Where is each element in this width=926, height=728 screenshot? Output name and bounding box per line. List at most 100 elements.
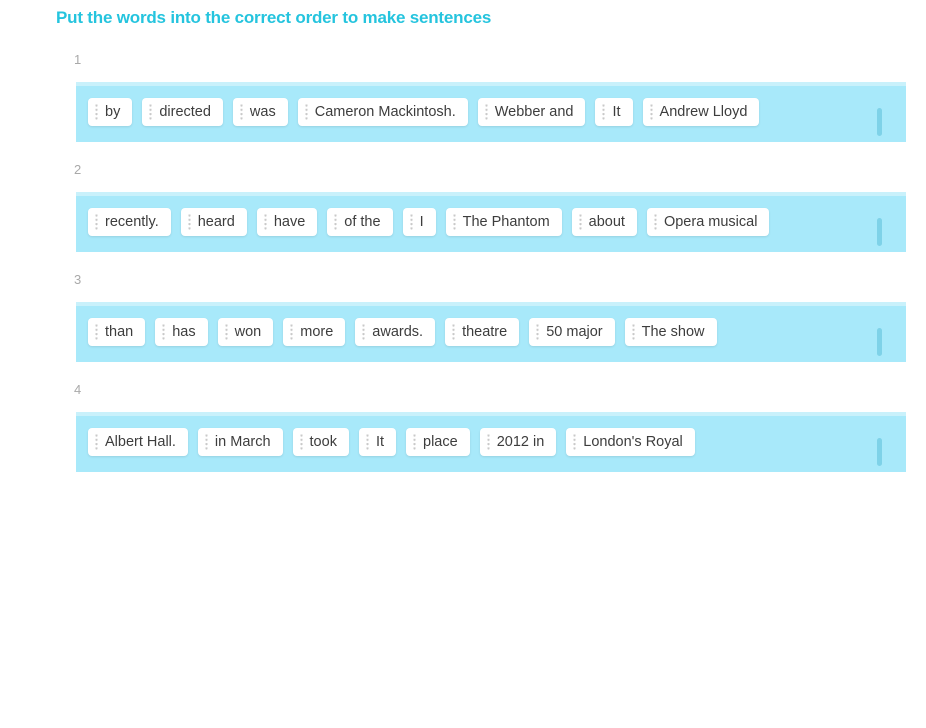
- word-chip[interactable]: It: [358, 428, 397, 456]
- drag-handle-icon[interactable]: [95, 213, 98, 231]
- drag-handle-icon[interactable]: [536, 323, 540, 341]
- word-chip-label: awards.: [372, 324, 424, 340]
- drag-handle-icon[interactable]: [304, 103, 308, 121]
- drag-handle-icon[interactable]: [224, 323, 228, 341]
- question-number: 1: [74, 52, 82, 67]
- word-chip[interactable]: took: [292, 428, 349, 456]
- drag-handle-icon[interactable]: [653, 213, 657, 231]
- word-chip[interactable]: recently.: [88, 208, 171, 236]
- word-chip[interactable]: place: [406, 428, 470, 456]
- drag-handle-icon[interactable]: [290, 323, 294, 341]
- question-list: 1 by directed was Cameron Mackintosh. We…: [0, 52, 926, 492]
- drag-handle-icon[interactable]: [452, 213, 456, 231]
- drag-handle-icon[interactable]: [573, 433, 577, 451]
- resize-handle[interactable]: [877, 108, 882, 136]
- word-chip[interactable]: directed: [142, 98, 223, 126]
- word-chip[interactable]: Opera musical: [646, 208, 770, 236]
- drag-handle-icon[interactable]: [334, 213, 338, 231]
- question-item: 3 than has won more awards. theatre 50 m…: [0, 272, 926, 362]
- word-chip[interactable]: more: [283, 318, 346, 346]
- drag-handle-icon[interactable]: [95, 433, 98, 451]
- word-chip[interactable]: London's Royal: [566, 428, 695, 456]
- word-chip-label: London's Royal: [583, 434, 683, 450]
- word-chip-label: I: [419, 214, 424, 230]
- word-chip-label: recently.: [105, 214, 159, 230]
- word-chip[interactable]: It: [595, 98, 633, 126]
- exercise-page: Put the words into the correct order to …: [0, 0, 926, 728]
- word-chip-label: more: [300, 324, 334, 340]
- word-chip[interactable]: has: [155, 318, 208, 346]
- drag-handle-icon[interactable]: [602, 103, 606, 121]
- drag-handle-icon[interactable]: [365, 433, 369, 451]
- word-chip-label: 2012 in: [496, 434, 545, 450]
- drag-handle-icon[interactable]: [631, 323, 635, 341]
- resize-handle[interactable]: [877, 328, 882, 356]
- word-chip-label: Cameron Mackintosh.: [314, 104, 456, 120]
- word-chip[interactable]: was: [232, 98, 288, 126]
- word-chip[interactable]: won: [217, 318, 274, 346]
- word-bank[interactable]: than has won more awards. theatre 50 maj…: [76, 302, 906, 362]
- word-row: than has won more awards. theatre 50 maj…: [88, 318, 894, 346]
- word-chip-label: of the: [344, 214, 381, 230]
- word-chip[interactable]: 50 major: [529, 318, 615, 346]
- word-chip-label: theatre: [462, 324, 508, 340]
- word-bank[interactable]: Albert Hall. in March took It place 2012…: [76, 412, 906, 472]
- word-bank[interactable]: by directed was Cameron Mackintosh. Webb…: [76, 82, 906, 142]
- word-chip-label: was: [249, 104, 276, 120]
- drag-handle-icon[interactable]: [187, 213, 191, 231]
- word-chip[interactable]: Albert Hall.: [88, 428, 188, 456]
- word-chip[interactable]: than: [88, 318, 146, 346]
- drag-handle-icon[interactable]: [299, 433, 303, 451]
- drag-handle-icon[interactable]: [413, 433, 417, 451]
- word-chip[interactable]: awards.: [355, 318, 436, 346]
- drag-handle-icon[interactable]: [95, 103, 98, 121]
- drag-handle-icon[interactable]: [649, 103, 653, 121]
- word-chip[interactable]: have: [256, 208, 318, 236]
- word-chip[interactable]: The Phantom: [445, 208, 562, 236]
- word-chip-label: place: [423, 434, 458, 450]
- resize-handle[interactable]: [877, 218, 882, 246]
- word-chip-label: about: [588, 214, 625, 230]
- drag-handle-icon[interactable]: [149, 103, 153, 121]
- drag-handle-icon[interactable]: [486, 433, 490, 451]
- word-chip[interactable]: by: [88, 98, 133, 126]
- drag-handle-icon[interactable]: [162, 323, 166, 341]
- word-chip[interactable]: Andrew Lloyd: [642, 98, 760, 126]
- word-chip-label: Albert Hall.: [105, 434, 176, 450]
- drag-handle-icon[interactable]: [409, 213, 413, 231]
- drag-handle-icon[interactable]: [578, 213, 582, 231]
- word-chip-label: has: [172, 324, 196, 340]
- word-chip[interactable]: theatre: [445, 318, 520, 346]
- question-number: 3: [74, 272, 82, 287]
- drag-handle-icon[interactable]: [452, 323, 456, 341]
- word-chip[interactable]: heard: [180, 208, 247, 236]
- word-chip[interactable]: The show: [624, 318, 717, 346]
- word-chip[interactable]: in March: [197, 428, 283, 456]
- word-row: recently. heard have of the I The Phanto…: [88, 208, 894, 236]
- resize-handle[interactable]: [877, 438, 882, 466]
- drag-handle-icon[interactable]: [362, 323, 366, 341]
- word-chip-label: Andrew Lloyd: [659, 104, 748, 120]
- drag-handle-icon[interactable]: [95, 323, 98, 341]
- word-chip-label: directed: [159, 104, 211, 120]
- word-chip-label: 50 major: [546, 324, 603, 340]
- drag-handle-icon[interactable]: [204, 433, 208, 451]
- question-number: 2: [74, 162, 82, 177]
- word-chip-label: heard: [197, 214, 235, 230]
- word-chip[interactable]: Webber and: [477, 98, 586, 126]
- word-chip[interactable]: of the: [327, 208, 393, 236]
- word-chip-label: Webber and: [494, 104, 574, 120]
- question-number: 4: [74, 382, 82, 397]
- word-chip[interactable]: about: [571, 208, 637, 236]
- drag-handle-icon[interactable]: [263, 213, 267, 231]
- page-title: Put the words into the correct order to …: [56, 8, 492, 27]
- word-chip-label: The show: [641, 324, 705, 340]
- word-chip[interactable]: 2012 in: [479, 428, 557, 456]
- word-chip[interactable]: Cameron Mackintosh.: [297, 98, 468, 126]
- word-bank[interactable]: recently. heard have of the I The Phanto…: [76, 192, 906, 252]
- word-chip[interactable]: I: [402, 208, 436, 236]
- drag-handle-icon[interactable]: [484, 103, 488, 121]
- drag-handle-icon[interactable]: [239, 103, 243, 121]
- word-row: Albert Hall. in March took It place 2012…: [88, 428, 894, 456]
- word-chip-label: by: [105, 104, 121, 120]
